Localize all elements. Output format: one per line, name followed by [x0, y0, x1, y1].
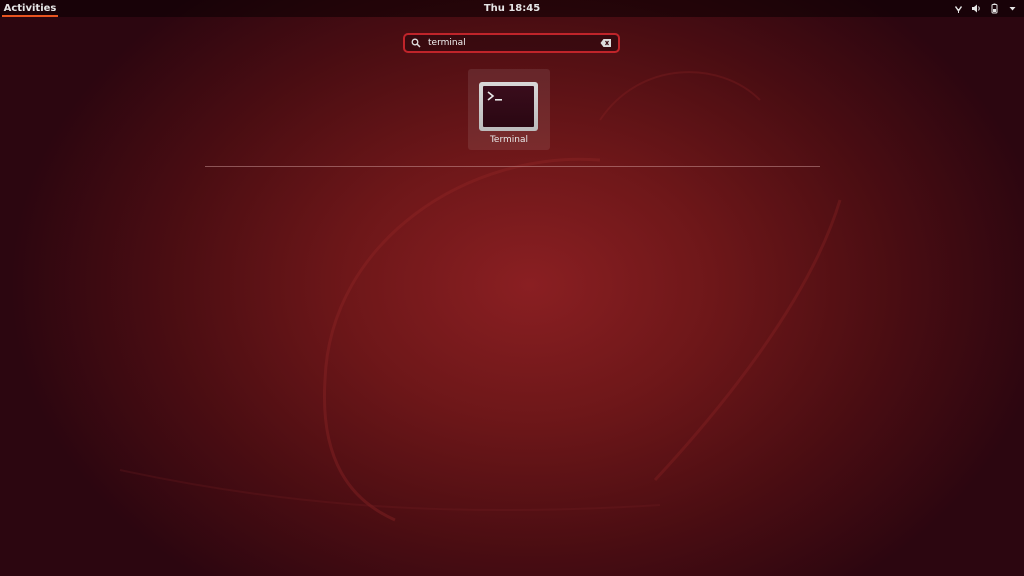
search-entry[interactable]: terminal: [403, 33, 620, 53]
activities-button[interactable]: Activities: [0, 0, 60, 17]
system-tray[interactable]: [953, 0, 1018, 17]
clock[interactable]: Thu 18:45: [480, 0, 544, 17]
volume-icon[interactable]: [971, 3, 982, 14]
network-icon[interactable]: [953, 3, 964, 14]
terminal-icon: [479, 82, 538, 131]
results-separator: [205, 166, 820, 167]
top-bar: Activities Thu 18:45: [0, 0, 1024, 17]
menu-arrow-icon[interactable]: [1007, 3, 1018, 14]
battery-icon[interactable]: [989, 3, 1000, 14]
search-input[interactable]: terminal: [428, 35, 600, 51]
activities-indicator: [2, 15, 58, 17]
result-label: Terminal: [489, 135, 529, 145]
search-result-terminal[interactable]: Terminal: [468, 69, 550, 150]
activities-label: Activities: [3, 3, 57, 14]
search-icon: [411, 38, 421, 48]
clear-icon[interactable]: [600, 38, 612, 48]
